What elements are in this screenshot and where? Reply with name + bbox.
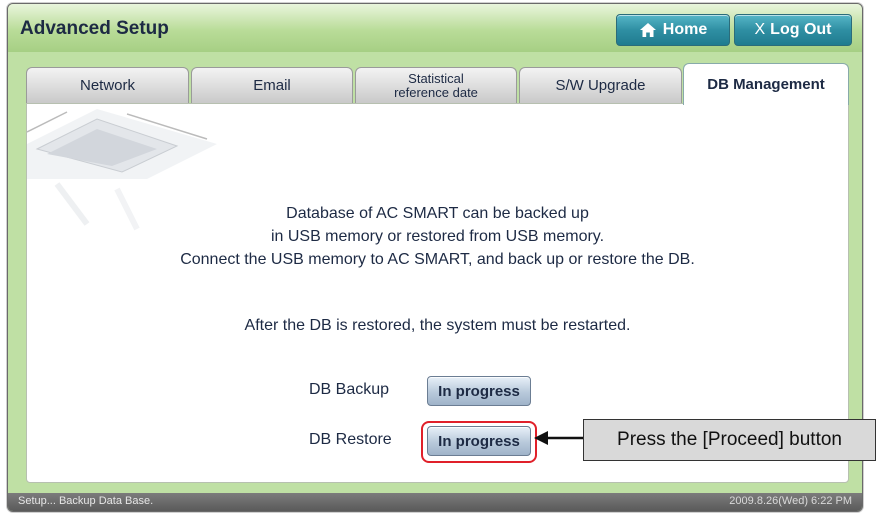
status-datetime: 2009.8.26(Wed) 6:22 PM — [729, 495, 852, 507]
tab-label: Email — [253, 77, 291, 94]
tab-label: DB Management — [707, 75, 825, 93]
tab-network[interactable]: Network — [26, 67, 189, 104]
home-icon — [639, 23, 656, 37]
page-title: Advanced Setup — [20, 18, 169, 39]
tab-label-line2: reference date — [394, 85, 478, 100]
db-restore-label: DB Restore — [309, 431, 392, 448]
status-message: Setup... Backup Data Base. — [18, 495, 154, 507]
tab-sw-upgrade[interactable]: S/W Upgrade — [519, 67, 682, 104]
close-icon: X — [754, 21, 766, 38]
tab-db-management[interactable]: DB Management — [683, 63, 849, 105]
restart-note: After the DB is restored, the system mus… — [244, 317, 631, 334]
home-button-label: Home — [662, 21, 708, 38]
status-bar: Setup... Backup Data Base. 2009.8.26(Wed… — [8, 493, 862, 511]
title-bar: Advanced Setup Home X Log Out — [8, 4, 862, 52]
db-restore-button[interactable]: In progress — [427, 426, 531, 456]
button-label: In progress — [438, 382, 520, 400]
callout-text: Press the [Proceed] button — [617, 429, 842, 450]
tab-label: S/W Upgrade — [555, 77, 646, 94]
tab-label-line1: Statistical — [408, 71, 464, 86]
tab-email[interactable]: Email — [191, 67, 353, 104]
tab-label: Statistical reference date — [394, 72, 478, 100]
info-line-3: Connect the USB memory to AC SMART, and … — [180, 251, 695, 268]
instruction-callout: Press the [Proceed] button — [583, 419, 876, 461]
arrow-left-icon — [534, 431, 586, 445]
logout-button[interactable]: X Log Out — [734, 14, 852, 46]
tab-label: Network — [79, 77, 135, 94]
db-backup-button[interactable]: In progress — [427, 376, 531, 406]
tab-statistical-reference-date[interactable]: Statistical reference date — [355, 67, 517, 104]
home-button[interactable]: Home — [616, 14, 730, 46]
logout-button-label: Log Out — [770, 21, 832, 38]
db-backup-label: DB Backup — [309, 381, 390, 398]
info-line-1: Database of AC SMART can be backed up — [286, 205, 589, 222]
info-line-2: in USB memory or restored from USB memor… — [270, 228, 605, 245]
button-label: In progress — [438, 432, 520, 450]
tab-bar: Network Email Statistical reference date… — [26, 63, 849, 105]
